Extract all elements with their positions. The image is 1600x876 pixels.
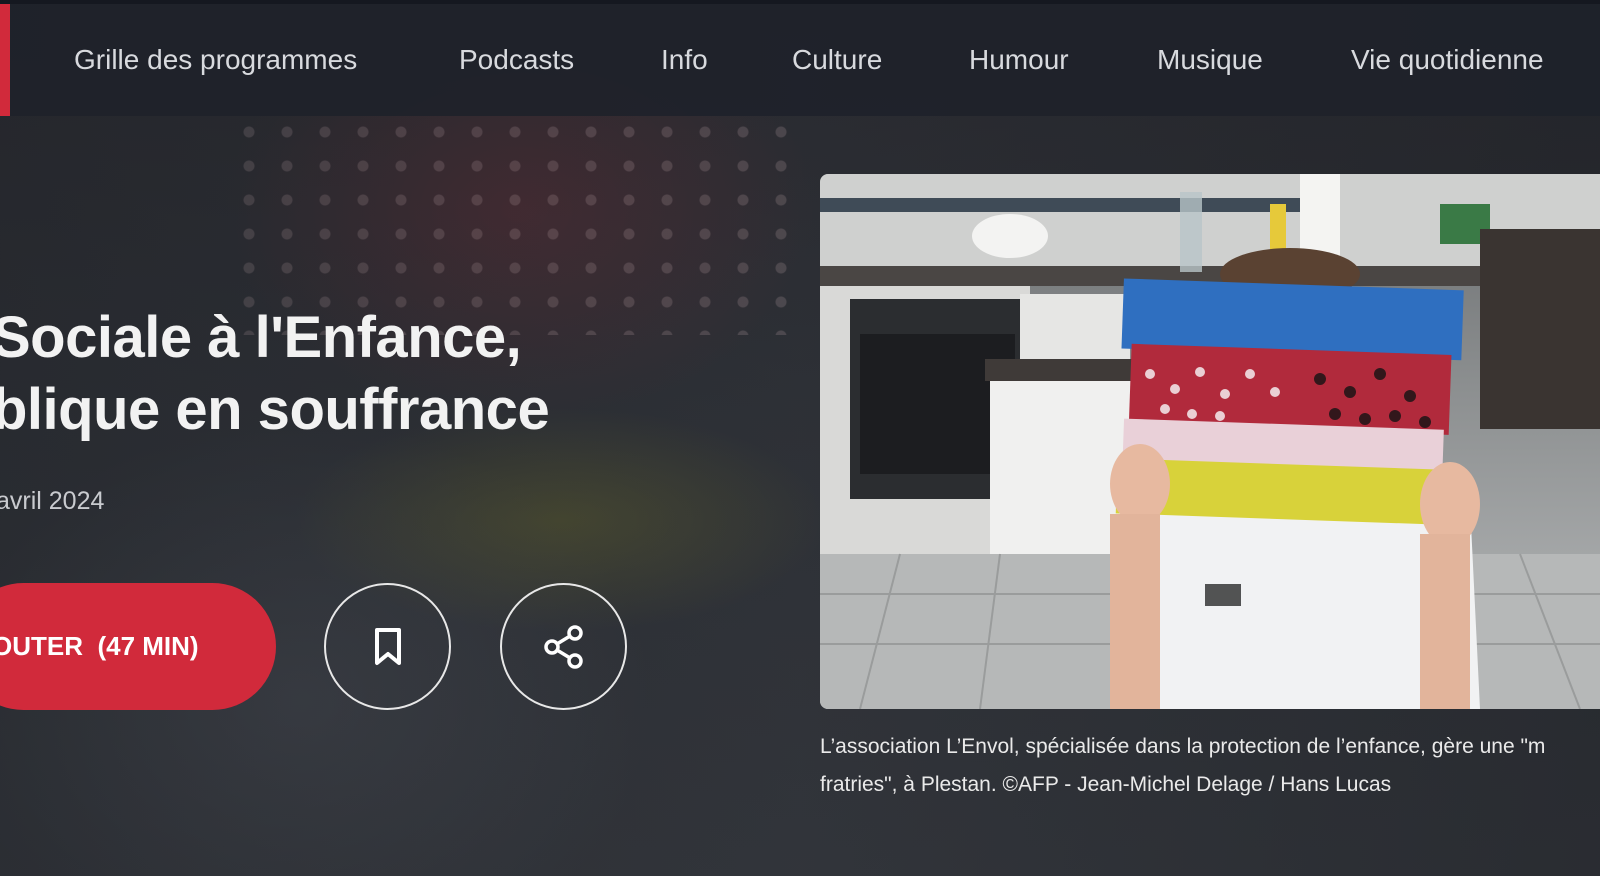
nav-accent-bar: [0, 4, 10, 116]
page: Grille des programmes Podcasts Info Cult…: [0, 0, 1600, 876]
nav-item-musique[interactable]: Musique: [1157, 43, 1263, 77]
nav-item-culture[interactable]: Culture: [792, 43, 882, 77]
image-caption-line-2: fratries", à Plestan. ©AFP - Jean-Michel…: [820, 773, 1392, 796]
nav-item-info[interactable]: Info: [661, 43, 708, 77]
listen-button[interactable]: OUTER (47 MIN): [0, 583, 276, 710]
nav-item-humour[interactable]: Humour: [969, 43, 1069, 77]
image-caption: L’association L’Envol, spécialisée dans …: [820, 728, 1600, 804]
share-button[interactable]: [500, 583, 627, 710]
bookmark-button[interactable]: [324, 583, 451, 710]
bookmark-icon: [373, 627, 403, 667]
image-caption-line-1: L’association L’Envol, spécialisée dans …: [820, 735, 1546, 758]
episode-image: [820, 174, 1600, 709]
nav-item-podcasts[interactable]: Podcasts: [459, 43, 574, 77]
top-navigation: Grille des programmes Podcasts Info Cult…: [0, 0, 1600, 116]
episode-title-line-2: blique en souffrance: [0, 377, 550, 442]
episode-date: avril 2024: [0, 487, 105, 515]
episode-title-line-1: Sociale à l'Enfance,: [0, 305, 522, 370]
episode-title: Sociale à l'Enfance, blique en souffranc…: [0, 302, 550, 446]
share-icon: [542, 624, 586, 670]
nav-item-vie-quotidienne[interactable]: Vie quotidienne: [1351, 43, 1544, 77]
nav-item-grille-des-programmes[interactable]: Grille des programmes: [74, 43, 357, 77]
